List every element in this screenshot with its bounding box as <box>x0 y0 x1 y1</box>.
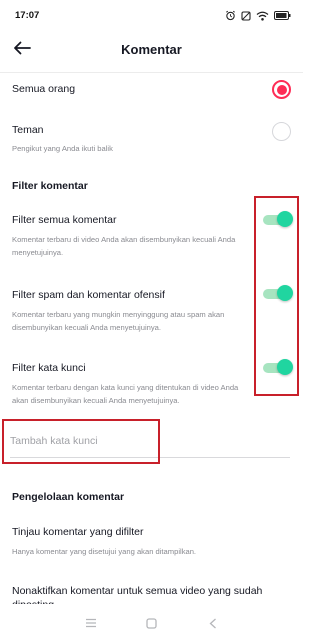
system-nav-bar <box>0 606 303 640</box>
radio-everyone[interactable] <box>272 80 291 99</box>
radio-friends[interactable] <box>272 122 291 141</box>
status-bar: 17:07 <box>0 0 303 32</box>
header-divider <box>0 72 303 73</box>
header: Komentar <box>0 32 303 70</box>
review-filtered-label[interactable]: Tinjau komentar yang difilter <box>12 526 144 538</box>
wifi-icon <box>256 11 269 21</box>
filter-spam-description: Komentar terbaru yang mungkin menyinggun… <box>12 310 225 332</box>
back-chevron-icon[interactable] <box>201 611 225 635</box>
status-icons <box>225 10 291 21</box>
option-friends-label[interactable]: Teman <box>12 124 44 136</box>
filter-all-description: Komentar terbaru di video Anda akan dise… <box>12 235 236 257</box>
filter-section-title: Filter komentar <box>12 180 88 192</box>
keyword-input-highlight-box <box>2 419 160 464</box>
filter-keyword-label: Filter kata kunci <box>12 362 86 374</box>
status-time: 17:07 <box>15 10 40 21</box>
option-friends-description: Pengikut yang Anda ikuti balik <box>12 144 113 153</box>
filter-keyword-description: Komentar terbaru dengan kata kunci yang … <box>12 383 239 405</box>
home-square-icon[interactable] <box>140 611 164 635</box>
filter-all-label: Filter semua komentar <box>12 214 117 226</box>
disable-comments-label[interactable]: Nonaktifkan komentar untuk semua video y… <box>12 584 292 604</box>
silent-icon <box>241 10 251 21</box>
toggles-highlight-box <box>254 196 299 396</box>
menu-icon[interactable] <box>79 611 103 635</box>
review-filtered-description: Hanya komentar yang disetujui yang akan … <box>12 547 197 556</box>
page-title: Komentar <box>121 42 182 57</box>
filter-spam-label: Filter spam dan komentar ofensif <box>12 289 165 301</box>
option-everyone-label[interactable]: Semua orang <box>12 83 75 95</box>
alarm-icon <box>225 10 236 21</box>
battery-icon <box>274 11 291 20</box>
management-section-title: Pengelolaan komentar <box>12 491 125 503</box>
